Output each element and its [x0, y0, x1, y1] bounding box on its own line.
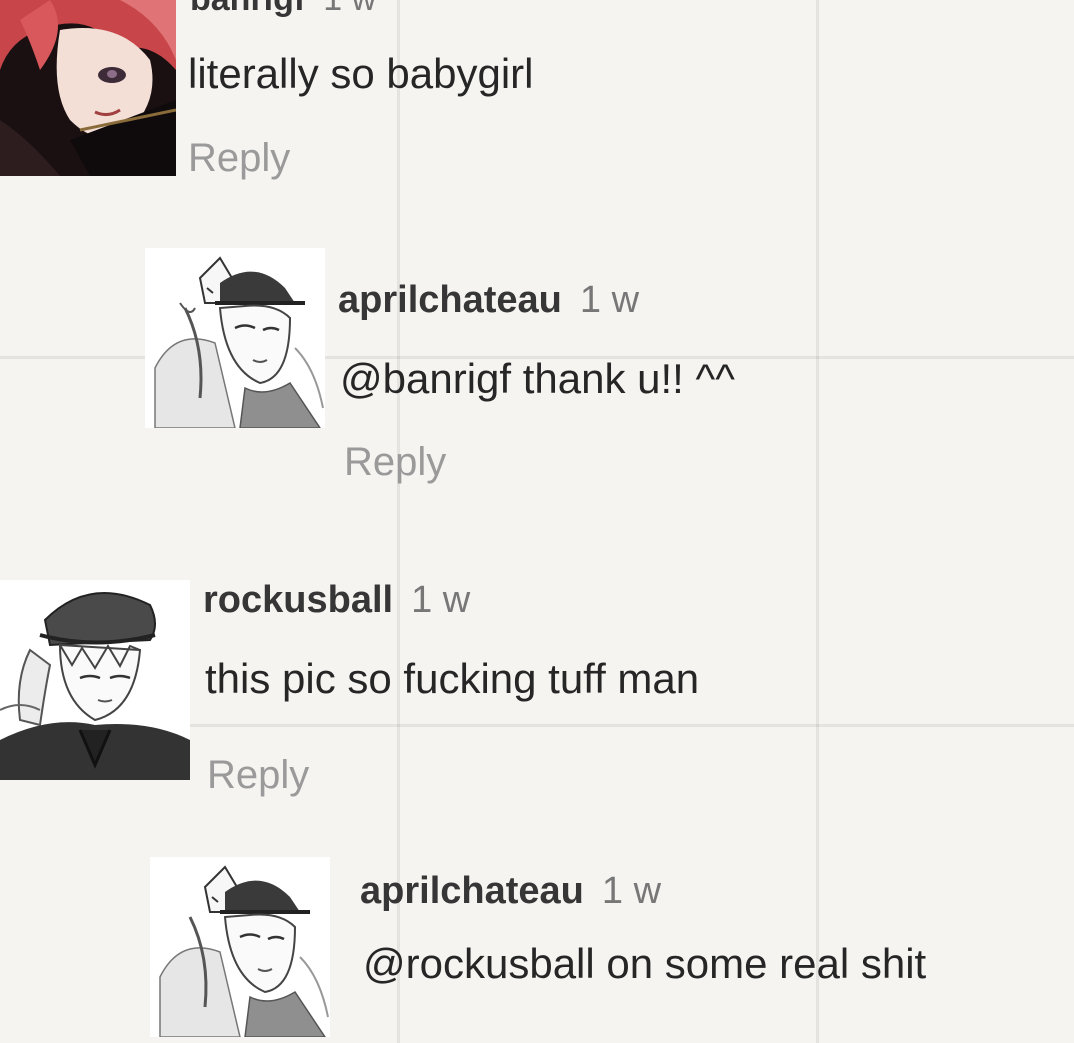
avatar[interactable]	[0, 0, 176, 176]
anime-avatar-red-hair-icon	[0, 0, 176, 176]
manga-avatar-fox-mask-icon	[150, 857, 330, 1037]
timestamp: 1 w	[601, 870, 662, 912]
timestamp: 1 w	[579, 279, 640, 321]
reply-button[interactable]: Reply	[207, 753, 309, 798]
avatar[interactable]	[145, 248, 325, 428]
comment-meta: aprilchateau 1 w	[338, 279, 639, 322]
username[interactable]: aprilchateau	[360, 870, 584, 912]
reply-button[interactable]: Reply	[344, 440, 446, 485]
grid-line	[816, 0, 819, 1043]
username[interactable]: rockusball	[203, 579, 393, 621]
manga-avatar-fox-mask-icon	[145, 248, 325, 428]
timestamp: 1 w	[411, 579, 471, 621]
comment-text: @rockusball on some real shit	[363, 940, 927, 987]
comment-meta: banrigf 1 w	[190, 0, 376, 19]
avatar[interactable]	[150, 857, 330, 1037]
comment-meta: rockusball 1 w	[203, 579, 470, 622]
username[interactable]: banrigf	[190, 0, 305, 18]
comment-meta: aprilchateau 1 w	[360, 870, 661, 913]
username[interactable]: aprilchateau	[338, 279, 562, 321]
manga-avatar-cap-icon	[0, 580, 190, 780]
timestamp: 1 w	[323, 0, 376, 18]
reply-button[interactable]: Reply	[188, 136, 290, 181]
comment-text: this pic so fucking tuff man	[205, 655, 700, 702]
comment-text: literally so babygirl	[188, 50, 534, 97]
avatar[interactable]	[0, 580, 190, 780]
comment-text: @banrigf thank u!! ^^	[340, 355, 735, 402]
